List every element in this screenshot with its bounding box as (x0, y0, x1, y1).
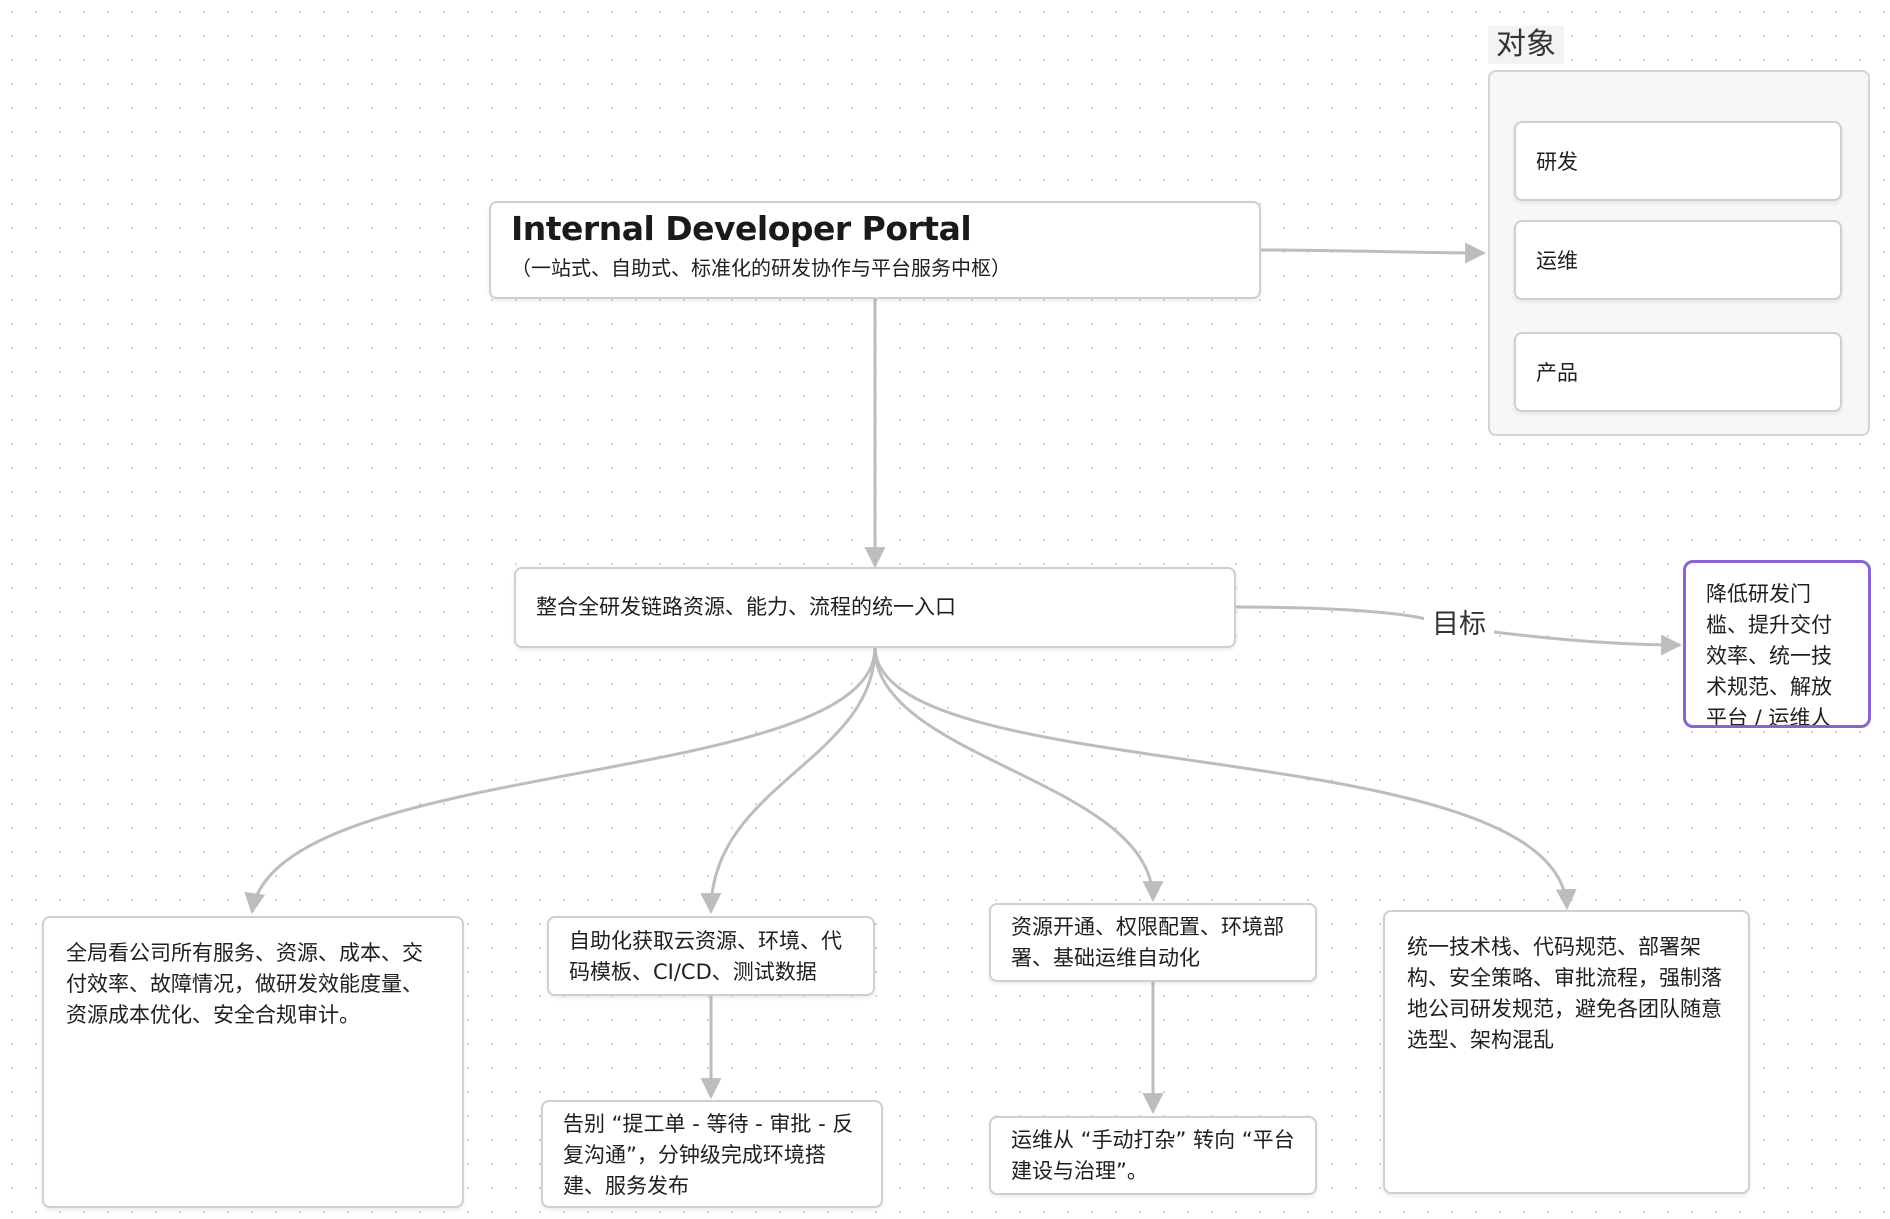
diagram-canvas: Internal Developer Portal （一站式、自助式、标准化的研… (0, 0, 1890, 1219)
hub-node[interactable]: 整合全研发链路资源、能力、流程的统一入口 (514, 567, 1236, 648)
goal-node[interactable]: 降低研发门槛、提升交付效率、统一技术规范、解放平台 / 运维人 (1683, 560, 1871, 728)
self-service-text: 自助化获取云资源、环境、代码模板、CI/CD、测试数据 (569, 929, 842, 984)
ops-automation-node[interactable]: 资源开通、权限配置、环境部署、基础运维自动化 (989, 903, 1317, 982)
hub-text: 整合全研发链路资源、能力、流程的统一入口 (536, 595, 956, 619)
standards-text: 统一技术栈、代码规范、部署架构、安全策略、审批流程，强制落地公司研发规范，避免各… (1407, 935, 1722, 1052)
portal-title: Internal Developer Portal (511, 209, 972, 248)
self-service-result-text: 告别 “提工单 - 等待 - 审批 - 反复沟通”，分钟级完成环境搭建、服务发布 (563, 1112, 854, 1198)
self-service-node[interactable]: 自助化获取云资源、环境、代码模板、CI/CD、测试数据 (547, 916, 875, 996)
edge-hub-to-self-service (700, 647, 877, 915)
edge-hub-to-standards (873, 647, 1577, 911)
ops-automation-result-text: 运维从 “手动打杂” 转向 “平台建设与治理”。 (1011, 1128, 1295, 1183)
portal-subtitle: （一站式、自助式、标准化的研发协作与平台服务中枢） (511, 256, 1011, 280)
edge-hub-to-ops-automation (873, 647, 1164, 903)
goal-edge-label: 目标 (1424, 608, 1494, 642)
overview-node[interactable]: 全局看公司所有服务、资源、成本、交付效率、故障情况，做研发效能度量、资源成本优化… (42, 916, 464, 1208)
standards-node[interactable]: 统一技术栈、代码规范、部署架构、安全策略、审批流程，强制落地公司研发规范，避免各… (1383, 910, 1750, 1194)
self-service-result-node[interactable]: 告别 “提工单 - 等待 - 审批 - 反复沟通”，分钟级完成环境搭建、服务发布 (541, 1100, 883, 1208)
audience-group-label: 对象 (1488, 26, 1564, 64)
ops-automation-result-node[interactable]: 运维从 “手动打杂” 转向 “平台建设与治理”。 (989, 1116, 1317, 1195)
audience-item-product[interactable]: 产品 (1514, 332, 1842, 412)
audience-item-ops[interactable]: 运维 (1514, 220, 1842, 300)
edge-hub-to-overview (244, 647, 877, 915)
audience-item-rd[interactable]: 研发 (1514, 121, 1842, 201)
edge-portal-to-audience (1260, 242, 1487, 264)
portal-node[interactable]: Internal Developer Portal （一站式、自助式、标准化的研… (489, 201, 1261, 299)
ops-automation-text: 资源开通、权限配置、环境部署、基础运维自动化 (1011, 915, 1284, 970)
overview-text: 全局看公司所有服务、资源、成本、交付效率、故障情况，做研发效能度量、资源成本优化… (66, 941, 423, 1027)
goal-text: 降低研发门槛、提升交付效率、统一技术规范、解放平台 / 运维人 (1706, 582, 1832, 728)
